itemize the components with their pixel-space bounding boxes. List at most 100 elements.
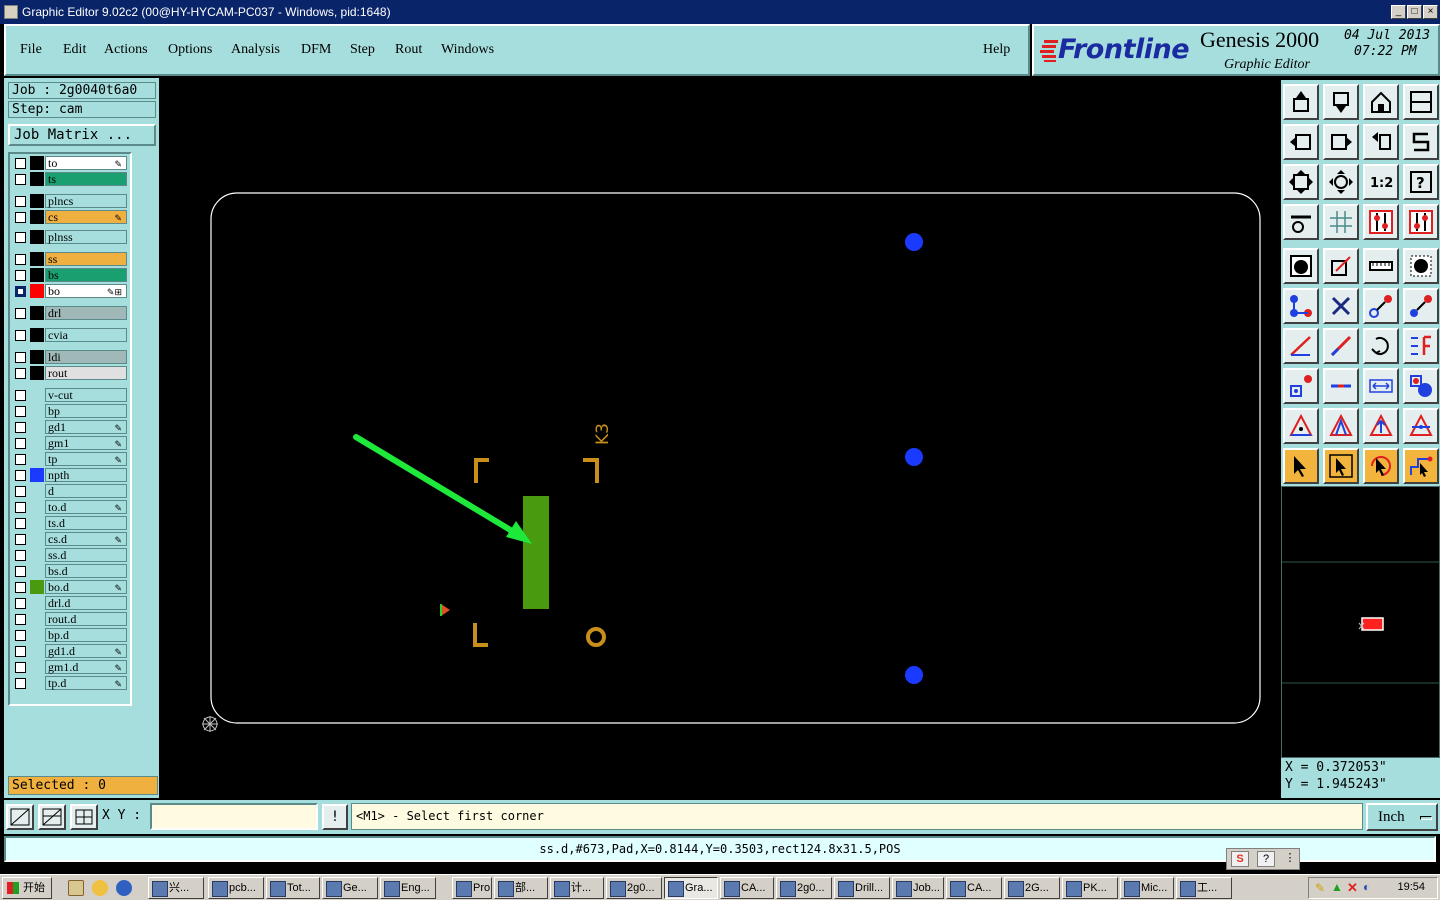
layer-color-swatch[interactable] (30, 420, 44, 434)
layer-row-ts[interactable]: ts (13, 172, 130, 186)
ruler-tool[interactable] (1363, 248, 1399, 284)
delta-d-tool[interactable] (1403, 408, 1439, 444)
layer-checkbox[interactable] (15, 550, 26, 561)
excl-button[interactable]: ! (322, 804, 348, 830)
undo-zoom-tool[interactable] (1363, 124, 1399, 160)
quicklaunch-browser-icon[interactable] (116, 880, 132, 896)
layer-checkbox[interactable] (15, 254, 26, 265)
ime-logo-icon[interactable]: S (1231, 851, 1249, 867)
menu-analysis[interactable]: Analysis (231, 42, 280, 58)
layer-checkbox[interactable] (15, 212, 26, 223)
layer-checkbox[interactable] (15, 566, 26, 577)
menu-help[interactable]: Help (983, 42, 1010, 58)
layer-checkbox[interactable] (15, 470, 26, 481)
layer-name[interactable]: to ✎ (45, 156, 127, 170)
layer-name[interactable]: tp ✎ (45, 452, 127, 466)
slash-line-tool[interactable] (1323, 328, 1359, 364)
layer-color-swatch[interactable] (30, 328, 44, 342)
layer-name[interactable]: to.d ✎ (45, 500, 127, 514)
minimize-button[interactable]: _ (1391, 5, 1406, 19)
layer-row-d[interactable]: d (13, 484, 130, 498)
layer-color-swatch[interactable] (30, 644, 44, 658)
taskbar-task[interactable]: 2g0... (776, 877, 832, 899)
layer-color-swatch[interactable] (30, 500, 44, 514)
angle-draw-tool[interactable] (1283, 328, 1319, 364)
layer-row-bo[interactable]: bo ✎⊞ (13, 284, 130, 298)
layer-checkbox[interactable] (15, 662, 26, 673)
layer-name[interactable]: gm1.d ✎ (45, 660, 127, 674)
layer-row-ss-d[interactable]: ss.d (13, 548, 130, 562)
move-pad-tool[interactable] (1283, 368, 1319, 404)
layer-color-swatch[interactable] (30, 306, 44, 320)
taskbar-task[interactable]: 2G... (1004, 877, 1060, 899)
rotate-tool[interactable] (1363, 328, 1399, 364)
layer-row-gd1[interactable]: gd1 ✎ (13, 420, 130, 434)
layer-color-swatch[interactable] (30, 532, 44, 546)
menu-actions[interactable]: Actions (104, 42, 148, 58)
layer-color-swatch[interactable] (30, 596, 44, 610)
zoom-center-tool[interactable] (1323, 164, 1359, 200)
xy-input[interactable] (150, 803, 318, 830)
tray-cross-icon[interactable]: ✕ (1347, 880, 1358, 896)
taskbar-task[interactable]: pcb... (208, 877, 264, 899)
layer-color-swatch[interactable] (30, 172, 44, 186)
pan-right-tool[interactable] (1323, 124, 1359, 160)
pointer-box-tool[interactable] (1323, 448, 1359, 484)
layer-row-drl-d[interactable]: drl.d (13, 596, 130, 610)
layer-row-cs[interactable]: cs ✎ (13, 210, 130, 224)
menu-edit[interactable]: Edit (63, 42, 86, 58)
taskbar-task[interactable]: Job... (892, 877, 944, 899)
snap-red-alt-tool[interactable] (1403, 204, 1439, 240)
layer-color-swatch[interactable] (30, 268, 44, 282)
layer-row-cvia[interactable]: cvia (13, 328, 130, 342)
delta-a-tool[interactable] (1283, 408, 1319, 444)
taskbar-task[interactable]: Pro... (452, 877, 492, 899)
pan-left-tool[interactable] (1283, 124, 1319, 160)
layer-color-swatch[interactable] (30, 156, 44, 170)
layer-color-swatch[interactable] (30, 404, 44, 418)
tray-triangle-icon[interactable]: ▲ (1331, 880, 1343, 894)
layer-name[interactable]: cs.d ✎ (45, 532, 127, 546)
layer-checkbox[interactable] (15, 286, 26, 297)
layer-name[interactable]: cvia (45, 328, 127, 342)
layer-color-swatch[interactable] (30, 350, 44, 364)
layer-checkbox[interactable] (15, 352, 26, 363)
layer-checkbox[interactable] (15, 308, 26, 319)
layer-name[interactable]: d (45, 484, 127, 498)
menu-rout[interactable]: Rout (395, 42, 422, 58)
layer-checkbox[interactable] (15, 406, 26, 417)
snap-mode-button[interactable] (6, 804, 34, 830)
layer-color-swatch[interactable] (30, 612, 44, 626)
tray-network-icon[interactable]: ◐ (1363, 880, 1370, 894)
zoom-fit-tool[interactable] (1283, 164, 1319, 200)
layer-checkbox[interactable] (15, 422, 26, 433)
dimension-tool[interactable] (1363, 368, 1399, 404)
layer-name[interactable]: gd1 ✎ (45, 420, 127, 434)
ime-toolbar[interactable]: S ? ⋮ (1226, 848, 1300, 870)
layer-checkbox[interactable] (15, 646, 26, 657)
layer-color-swatch[interactable] (30, 548, 44, 562)
pointer-route-tool[interactable] (1403, 448, 1439, 484)
layer-checkbox[interactable] (15, 368, 26, 379)
layer-row-bs-d[interactable]: bs.d (13, 564, 130, 578)
layer-checkbox[interactable] (15, 270, 26, 281)
layer-color-swatch[interactable] (30, 452, 44, 466)
help-query-tool[interactable]: ? (1403, 164, 1439, 200)
layer-checkbox[interactable] (15, 438, 26, 449)
taskbar-task[interactable]: Mic... (1120, 877, 1174, 899)
taskbar-task[interactable]: Gra... (664, 877, 718, 899)
layer-checkbox[interactable] (15, 390, 26, 401)
menu-windows[interactable]: Windows (441, 42, 494, 58)
layer-checkbox[interactable] (15, 330, 26, 341)
layer-name[interactable]: bo.d ✎ (45, 580, 127, 594)
grid-mode-button[interactable] (70, 804, 98, 830)
layer-checkbox[interactable] (15, 232, 26, 243)
pointer-rotate-tool[interactable] (1363, 448, 1399, 484)
layer-row-to-d[interactable]: to.d ✎ (13, 500, 130, 514)
layer-color-swatch[interactable] (30, 468, 44, 482)
taskbar-task[interactable]: CA... (946, 877, 1002, 899)
layer-row-v-cut[interactable]: v-cut (13, 388, 130, 402)
taskbar-task[interactable]: 2g0... (606, 877, 662, 899)
layer-name[interactable]: bs (45, 268, 127, 282)
layer-color-swatch[interactable] (30, 366, 44, 380)
